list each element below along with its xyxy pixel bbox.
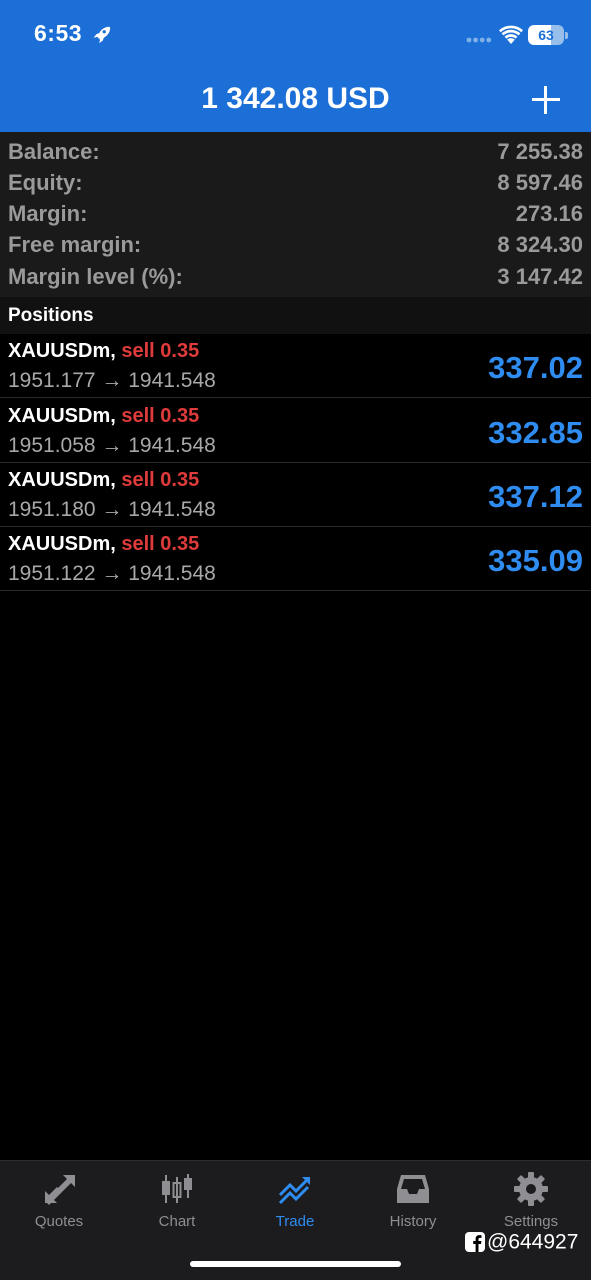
position-row[interactable]: XAUUSDm, sell 0.35 1951.058 → 1941.548 3…: [0, 399, 591, 463]
facebook-icon: [465, 1232, 485, 1253]
trade-trend-icon: [278, 1177, 310, 1205]
tab-label: Chart: [158, 1213, 196, 1230]
positions-title: Positions: [8, 305, 94, 326]
battery-level: 63: [538, 27, 554, 43]
position-prices: 1951.180 → 1941.548: [8, 498, 216, 521]
tab-label: Settings: [503, 1213, 559, 1230]
position-prices: 1951.122 → 1941.548: [8, 562, 216, 585]
facebook-watermark: @644927: [465, 1230, 578, 1256]
summary-value: 7 255.38: [497, 139, 583, 164]
tab-history[interactable]: History: [354, 1161, 472, 1241]
battery-icon: 63: [528, 25, 568, 45]
summary-row-free-margin: Free margin: 8 324.30: [0, 228, 591, 259]
quotes-arrows-icon: [45, 1175, 75, 1205]
summary-value: 3 147.42: [497, 264, 583, 289]
summary-label: Margin:: [8, 201, 88, 226]
position-row[interactable]: XAUUSDm, sell 0.35 1951.122 → 1941.548 3…: [0, 527, 591, 591]
position-type: sell 0.35: [121, 469, 200, 491]
summary-value: 273.16: [515, 201, 583, 226]
tab-label: Trade: [275, 1213, 315, 1230]
summary-label: Margin level (%):: [8, 264, 183, 289]
home-indicator: [190, 1261, 401, 1267]
position-profit: 335.09: [488, 543, 583, 578]
summary-row-margin: Margin: 273.16: [0, 197, 591, 228]
position-header: XAUUSDm, sell 0.35: [8, 469, 199, 492]
positions-section-header: Positions: [0, 297, 591, 334]
position-prices: 1951.058 → 1941.548: [8, 434, 216, 457]
position-type: sell 0.35: [121, 340, 200, 362]
tab-settings[interactable]: Settings: [472, 1161, 590, 1241]
summary-value: 8 597.46: [497, 170, 583, 195]
position-symbol: XAUUSDm,: [8, 405, 116, 427]
position-header: XAUUSDm, sell 0.35: [8, 340, 199, 363]
account-profit-title: 1 342.08 USD: [201, 82, 390, 115]
position-header: XAUUSDm, sell 0.35: [8, 533, 199, 556]
watermark-text: @644927: [487, 1230, 579, 1254]
tab-trade[interactable]: Trade: [236, 1161, 354, 1241]
position-symbol: XAUUSDm,: [8, 340, 116, 362]
position-symbol: XAUUSDm,: [8, 469, 116, 491]
cellular-signal-icon: [466, 37, 492, 43]
history-tray-icon: [397, 1175, 429, 1203]
candlestick-chart-icon: [162, 1174, 192, 1203]
position-prices: 1951.177 → 1941.548: [8, 369, 216, 392]
tab-label: History: [389, 1213, 437, 1230]
status-time: 6:53: [34, 20, 83, 46]
summary-label: Equity:: [8, 170, 83, 195]
status-bar: 6:53 63: [0, 0, 591, 70]
position-type: sell 0.35: [121, 405, 200, 427]
position-header: XAUUSDm, sell 0.35: [8, 405, 199, 428]
position-row[interactable]: XAUUSDm, sell 0.35 1951.177 → 1941.548 3…: [0, 334, 591, 398]
summary-value: 8 324.30: [497, 232, 583, 257]
summary-row-margin-level: Margin level (%): 3 147.42: [0, 260, 591, 291]
gear-icon: [514, 1172, 548, 1206]
tab-label: Quotes: [34, 1213, 84, 1230]
position-type: sell 0.35: [121, 533, 200, 555]
position-profit: 337.12: [488, 479, 583, 514]
app-header: 6:53 63 1 342.08 USD: [0, 0, 591, 132]
tab-chart[interactable]: Chart: [118, 1161, 236, 1241]
position-profit: 332.85: [488, 415, 583, 450]
summary-label: Balance:: [8, 139, 100, 164]
position-symbol: XAUUSDm,: [8, 533, 116, 555]
rocket-icon: [93, 26, 111, 44]
wifi-icon: [499, 25, 523, 44]
position-row[interactable]: XAUUSDm, sell 0.35 1951.180 → 1941.548 3…: [0, 463, 591, 527]
summary-row-equity: Equity: 8 597.46: [0, 166, 591, 197]
summary-row-balance: Balance: 7 255.38: [0, 135, 591, 166]
account-summary: Balance: 7 255.38 Equity: 8 597.46 Margi…: [0, 132, 591, 297]
summary-label: Free margin:: [8, 232, 142, 257]
add-order-button[interactable]: [528, 82, 564, 118]
tab-quotes[interactable]: Quotes: [0, 1161, 118, 1241]
position-profit: 337.02: [488, 350, 583, 385]
